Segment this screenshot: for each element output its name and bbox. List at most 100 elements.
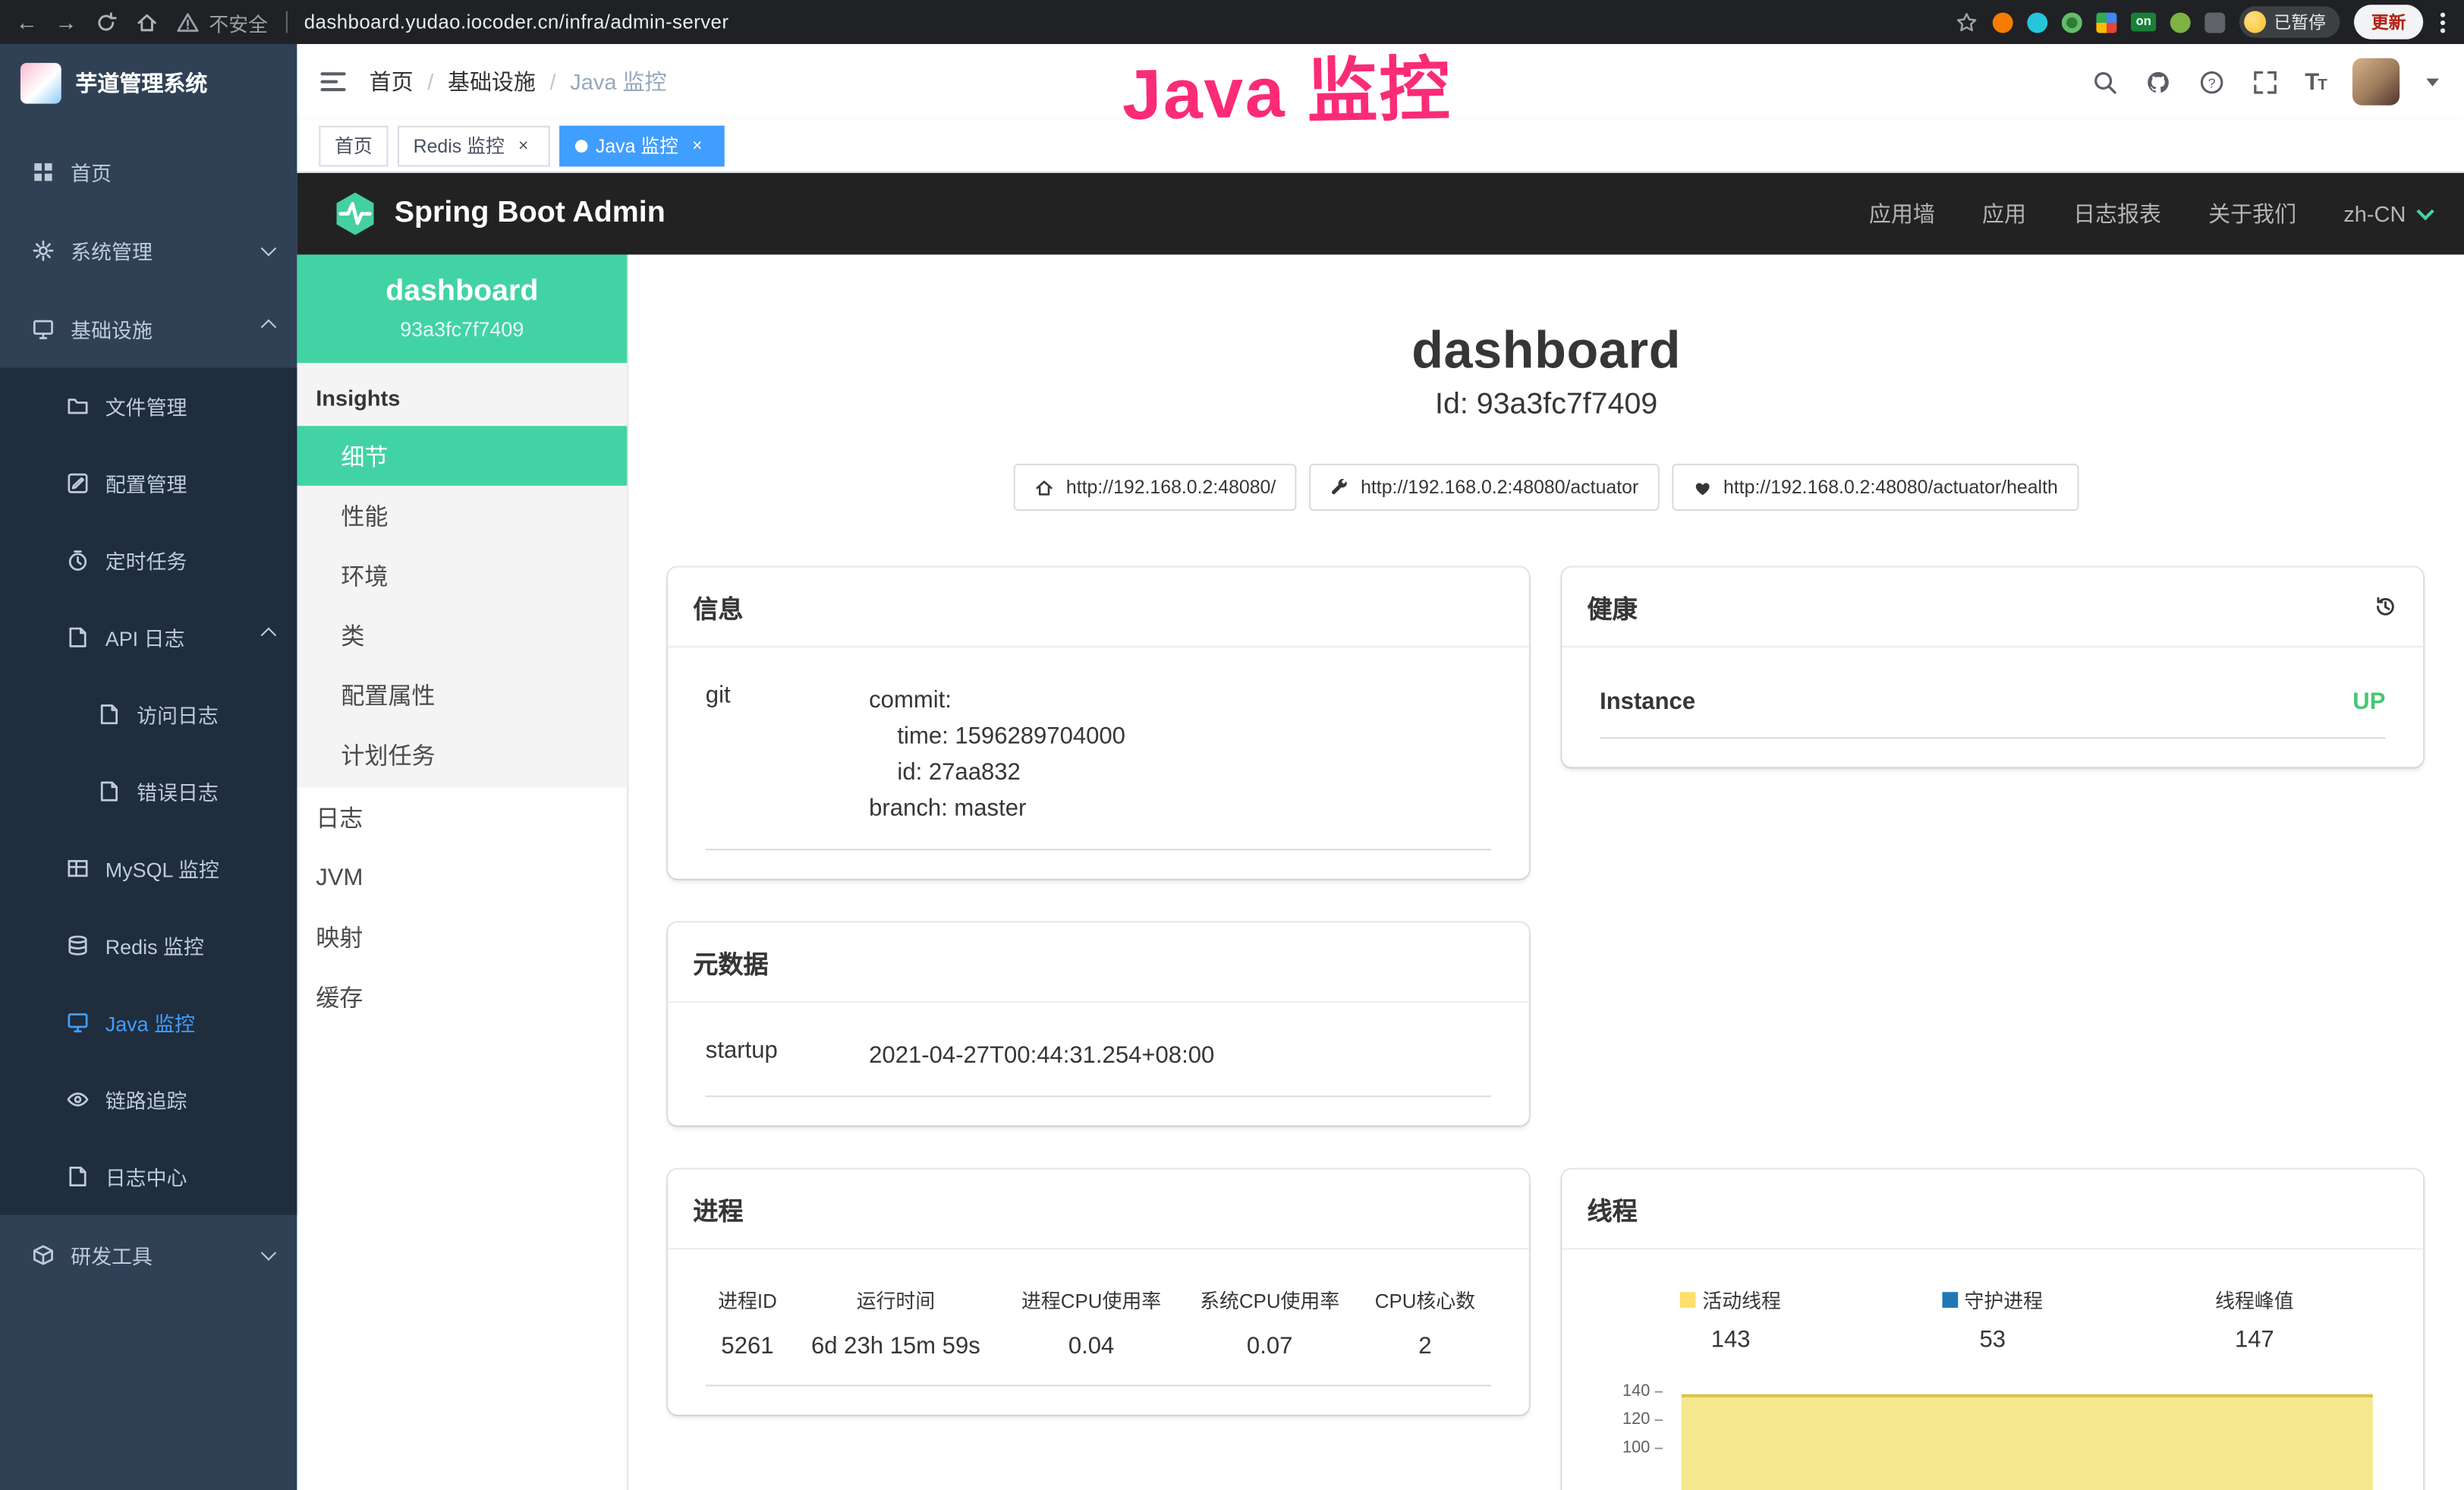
- reload-icon[interactable]: [94, 10, 118, 33]
- sidebar-item-config-management[interactable]: 配置管理: [0, 445, 297, 521]
- sba-nav-applications[interactable]: 应用: [1982, 198, 2026, 229]
- annotation-java-monitor: Java 监控: [1121, 32, 1452, 140]
- sba-item-metrics[interactable]: 性能: [297, 486, 627, 546]
- legend-blue-swatch: [1943, 1291, 1959, 1307]
- legend-yellow-swatch: [1680, 1291, 1696, 1307]
- health-card-title: 健康: [1588, 587, 1638, 625]
- actuator-url-link[interactable]: http://192.168.0.2:48080/actuator: [1309, 464, 1659, 511]
- chevron-down-icon: [261, 240, 276, 255]
- address-bar-url[interactable]: dashboard.yudao.iocoder.cn/infra/admin-s…: [304, 11, 729, 33]
- info-key: git: [706, 682, 869, 827]
- sidebar-item-infrastructure[interactable]: 基础设施: [0, 289, 297, 368]
- extension-puzzle-icon[interactable]: [2204, 12, 2225, 33]
- sba-item-details[interactable]: 细节: [297, 426, 627, 486]
- sba-item-caches[interactable]: 缓存: [297, 967, 627, 1027]
- info-row-git: git commit: time: 1596289704000 id: 27aa…: [706, 669, 1491, 850]
- tab-java-monitor[interactable]: Java 监控: [559, 125, 724, 166]
- sba-item-logs[interactable]: 日志: [297, 787, 627, 847]
- extension-icon[interactable]: [2062, 12, 2082, 33]
- info-line: time: 1596289704000: [869, 718, 1491, 754]
- sidebar-item-access-log[interactable]: 访问日志: [0, 676, 297, 752]
- hamburger-icon[interactable]: [297, 72, 369, 91]
- page-head: dashboard Id: 93a3fc7f7409: [628, 320, 2464, 423]
- sidebar-item-system-management[interactable]: 系统管理: [0, 210, 297, 289]
- sba-item-jvm[interactable]: JVM: [297, 847, 627, 907]
- extension-icon[interactable]: [2028, 12, 2048, 33]
- sidebar-item-error-log[interactable]: 错误日志: [0, 753, 297, 830]
- extension-icon[interactable]: [1993, 12, 2013, 33]
- app-logo[interactable]: 芋道管理系统: [0, 44, 297, 123]
- topbar-actions: ? TT: [2091, 58, 2464, 106]
- app-title: 芋道管理系统: [75, 68, 207, 99]
- process-card: 进程 进程ID 运行时间 进程CPU使用率 系统CPU使用率 CPU核心数: [668, 1170, 1529, 1415]
- y-axis-tick: 120: [1600, 1410, 1663, 1429]
- forward-icon[interactable]: →: [55, 9, 77, 34]
- home-icon[interactable]: [135, 10, 159, 33]
- instance-header[interactable]: dashboard 93a3fc7f7409: [297, 254, 627, 363]
- sidebar-item-java-monitor[interactable]: Java 监控: [0, 984, 297, 1060]
- extension-on-badge[interactable]: on: [2131, 13, 2156, 32]
- profile-paused-badge[interactable]: 已暂停: [2239, 6, 2340, 37]
- health-instance-label: Instance: [1600, 688, 1695, 715]
- tab-close-icon[interactable]: [686, 134, 708, 156]
- browser-menu-icon[interactable]: [2437, 8, 2448, 35]
- breadcrumb-home[interactable]: 首页: [370, 66, 414, 97]
- search-icon[interactable]: [2091, 68, 2118, 95]
- sba-item-config-props[interactable]: 配置属性: [297, 665, 627, 725]
- threads-card: 线程 活动线程 143 守护进程 53: [1562, 1170, 2423, 1490]
- sba-nav-about[interactable]: 关于我们: [2208, 198, 2296, 229]
- sidebar-item-redis-monitor[interactable]: Redis 监控: [0, 907, 297, 984]
- sidebar-item-tracing[interactable]: 链路追踪: [0, 1061, 297, 1138]
- process-col-header: 进程CPU使用率: [1002, 1271, 1181, 1333]
- security-indicator[interactable]: 不安全: [176, 7, 268, 36]
- sidebar-item-dev-tools[interactable]: 研发工具: [0, 1215, 297, 1294]
- sidebar-item-home[interactable]: 首页: [0, 132, 297, 211]
- sidebar-item-log-center[interactable]: 日志中心: [0, 1138, 297, 1214]
- sidebar-item-scheduled-tasks[interactable]: 定时任务: [0, 522, 297, 599]
- tab-redis-monitor[interactable]: Redis 监控: [398, 125, 550, 166]
- sba-nav-links: 应用墙 应用 日志报表 关于我们 zh-CN: [1869, 198, 2430, 229]
- info-line: commit:: [869, 682, 1491, 719]
- metadata-row-startup: startup 2021-04-27T00:44:31.254+08:00: [706, 1025, 1491, 1097]
- security-label: 不安全: [209, 7, 268, 36]
- tab-home[interactable]: 首页: [319, 125, 388, 166]
- back-icon[interactable]: ←: [16, 9, 38, 34]
- sidebar-item-api-log[interactable]: API 日志: [0, 599, 297, 676]
- sba-nav-wall[interactable]: 应用墙: [1869, 198, 1935, 229]
- sba-item-mappings[interactable]: 映射: [297, 907, 627, 967]
- sba-item-classes[interactable]: 类: [297, 605, 627, 665]
- github-icon[interactable]: [2145, 68, 2171, 95]
- breadcrumb-infrastructure[interactable]: 基础设施: [448, 66, 536, 97]
- sba-item-environment[interactable]: 环境: [297, 546, 627, 606]
- insights-group-label: Insights: [297, 363, 627, 426]
- monitor-icon: [66, 1011, 90, 1035]
- chrome-update-button[interactable]: 更新: [2354, 5, 2423, 39]
- sba-item-scheduled-tasks[interactable]: 计划任务: [297, 725, 627, 785]
- health-url-link[interactable]: http://192.168.0.2:48080/actuator/health: [1672, 464, 2079, 511]
- question-icon[interactable]: ?: [2198, 68, 2224, 95]
- info-line: branch: master: [869, 791, 1491, 827]
- document-icon: [66, 625, 90, 649]
- process-table: 进程ID 运行时间 进程CPU使用率 系统CPU使用率 CPU核心数 5261 …: [706, 1271, 1491, 1386]
- tab-close-icon[interactable]: [512, 134, 534, 156]
- service-url-link[interactable]: http://192.168.0.2:48080/: [1015, 464, 1297, 511]
- history-icon[interactable]: [2373, 594, 2398, 619]
- font-size-icon[interactable]: TT: [2305, 68, 2326, 95]
- sidebar-item-file-management[interactable]: 文件管理: [0, 368, 297, 445]
- avatar-caret-icon[interactable]: [2426, 78, 2439, 86]
- extension-icon[interactable]: [2097, 12, 2117, 33]
- wrench-icon: [1330, 477, 1350, 497]
- breadcrumb: 首页 / 基础设施 / Java 监控: [370, 66, 667, 97]
- fullscreen-icon[interactable]: [2252, 68, 2278, 95]
- chevron-down-icon: [261, 1244, 276, 1259]
- live-threads-area: [1682, 1394, 2373, 1490]
- sidebar-item-mysql-monitor[interactable]: MySQL 监控: [0, 830, 297, 906]
- sba-nav-journal[interactable]: 日志报表: [2073, 198, 2161, 229]
- extension-icon[interactable]: [2170, 12, 2191, 33]
- sba-brand[interactable]: Spring Boot Admin: [332, 191, 666, 238]
- spring-boot-admin-logo-icon: [332, 191, 379, 238]
- user-avatar[interactable]: [2352, 58, 2399, 106]
- sba-locale-select[interactable]: zh-CN: [2343, 201, 2429, 226]
- live-threads-value: 143: [1600, 1327, 1861, 1353]
- bookmark-star-icon[interactable]: [1956, 10, 1979, 33]
